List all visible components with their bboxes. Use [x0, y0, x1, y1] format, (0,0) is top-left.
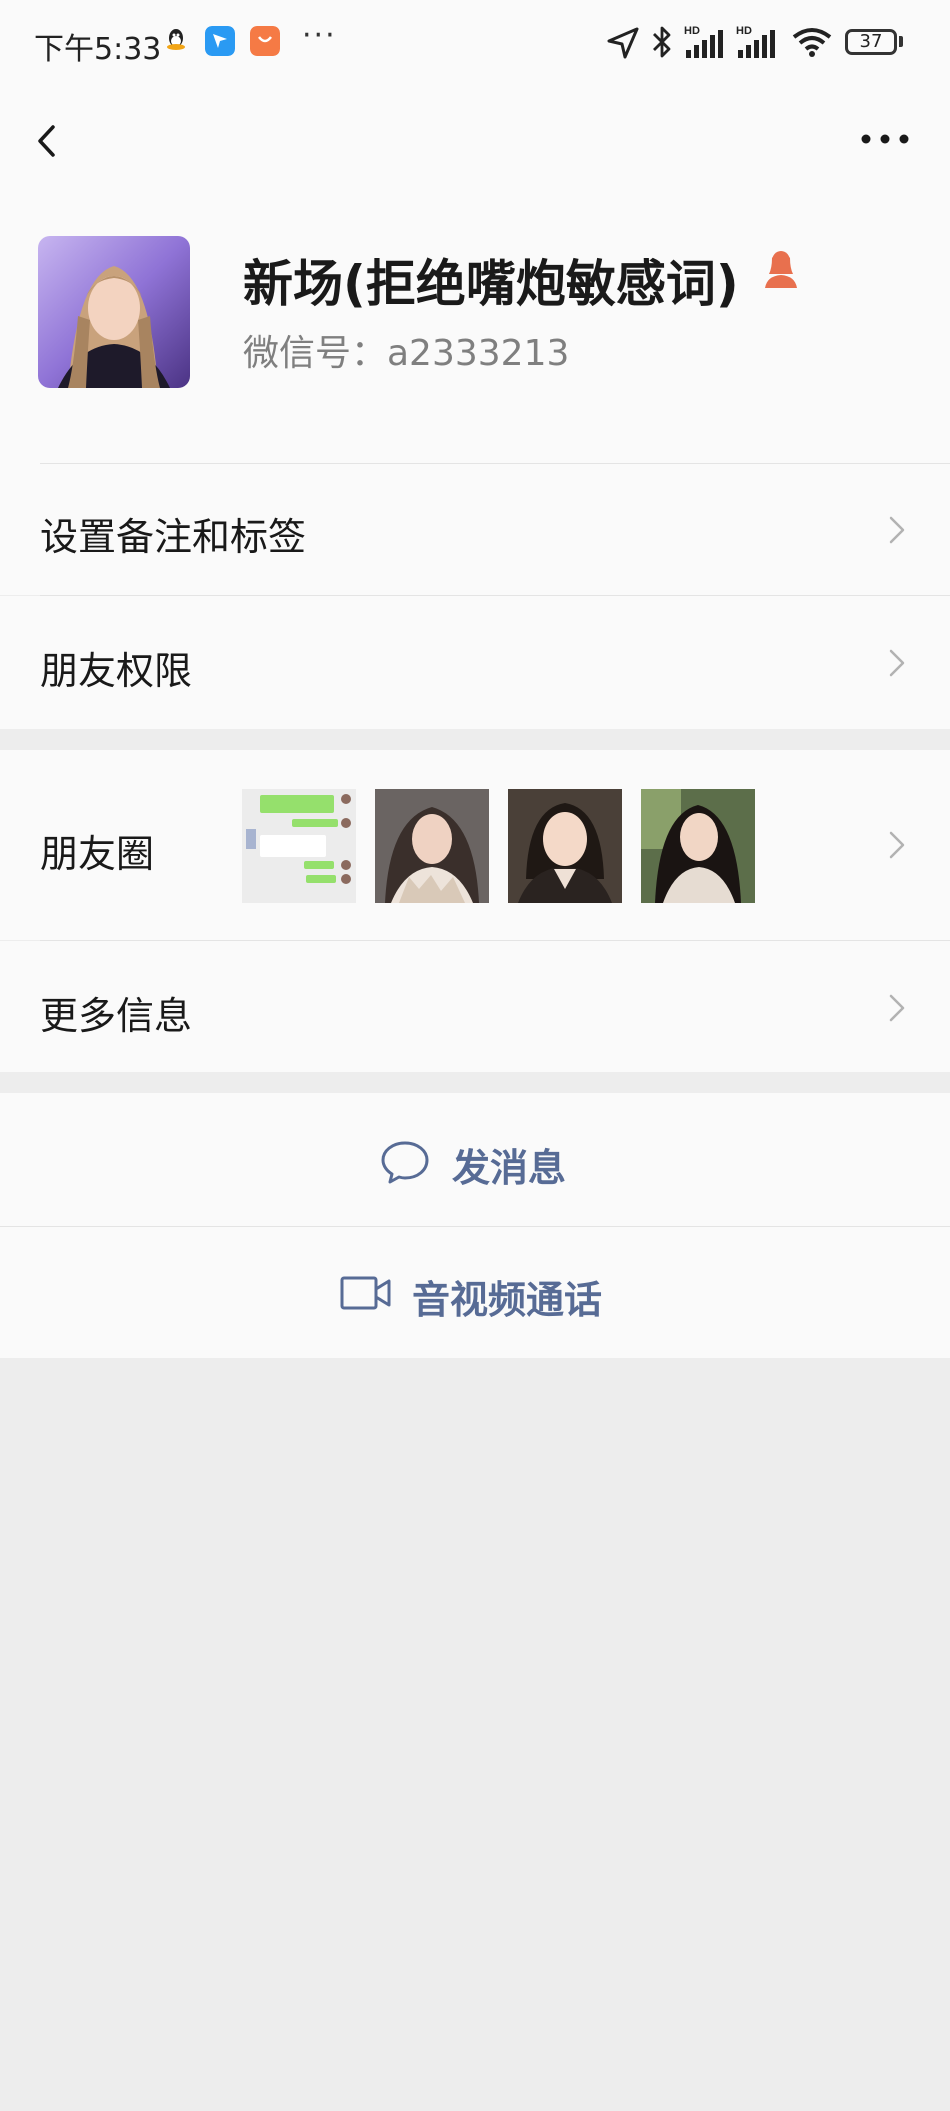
chevron-right-icon [889, 649, 905, 677]
moments-thumbnail [375, 789, 489, 903]
avatar[interactable] [38, 236, 190, 388]
store-app-icon [250, 26, 280, 56]
friend-permissions-row[interactable]: 朋友权限 [0, 596, 950, 729]
svg-text:HD: HD [684, 25, 700, 37]
status-time: 下午5:33 [34, 32, 162, 67]
wechat-id: 微信号：a2333213 [243, 333, 570, 374]
messenger-app-icon [205, 26, 235, 56]
moments-thumbnail [242, 789, 356, 903]
female-icon [765, 251, 797, 288]
more-options-button[interactable] [858, 124, 914, 154]
battery-tip [899, 36, 903, 47]
chevron-right-icon [889, 831, 905, 859]
more-info-label: 更多信息 [40, 994, 193, 1038]
status-more-indicator: ··· [302, 18, 337, 53]
battery-level: 37 [859, 31, 883, 52]
send-message-button[interactable]: 发消息 [0, 1093, 950, 1226]
signal-icon: HD [736, 25, 775, 58]
friend-permissions-label: 朋友权限 [40, 649, 193, 693]
audio-video-call-label: 音视频通话 [412, 1278, 603, 1322]
battery-icon: 37 [845, 29, 897, 55]
status-bar: 下午5:33 ··· HD HD 37 [0, 0, 950, 86]
chevron-right-icon [889, 994, 905, 1022]
bluetooth-icon [653, 26, 671, 58]
wifi-icon [792, 28, 832, 57]
qq-icon [167, 29, 185, 50]
svg-text:HD: HD [736, 25, 752, 37]
remark-tags-label: 设置备注和标签 [40, 515, 307, 559]
video-camera-icon [340, 1276, 391, 1310]
moments-thumbnail [641, 789, 755, 903]
audio-video-call-button[interactable]: 音视频通话 [0, 1227, 950, 1358]
moments-thumbnail [508, 789, 622, 903]
profile-nickname: 新场(拒绝嘴炮敏感词) [243, 255, 739, 313]
moments-label: 朋友圈 [40, 832, 155, 876]
chevron-right-icon [889, 516, 905, 544]
send-message-label: 发消息 [452, 1146, 567, 1190]
location-icon [607, 27, 639, 59]
signal-icon: HD [684, 25, 723, 58]
remark-tags-row[interactable]: 设置备注和标签 [0, 464, 950, 595]
profile-header: 新场(拒绝嘴炮敏感词) 微信号：a2333213 [0, 196, 950, 464]
chat-bubble-icon [381, 1141, 429, 1184]
more-info-row[interactable]: 更多信息 [0, 941, 950, 1072]
moments-thumbnails [242, 789, 762, 903]
nav-bar [0, 86, 950, 196]
moments-row[interactable]: 朋友圈 [0, 750, 950, 940]
back-button[interactable] [30, 114, 70, 168]
